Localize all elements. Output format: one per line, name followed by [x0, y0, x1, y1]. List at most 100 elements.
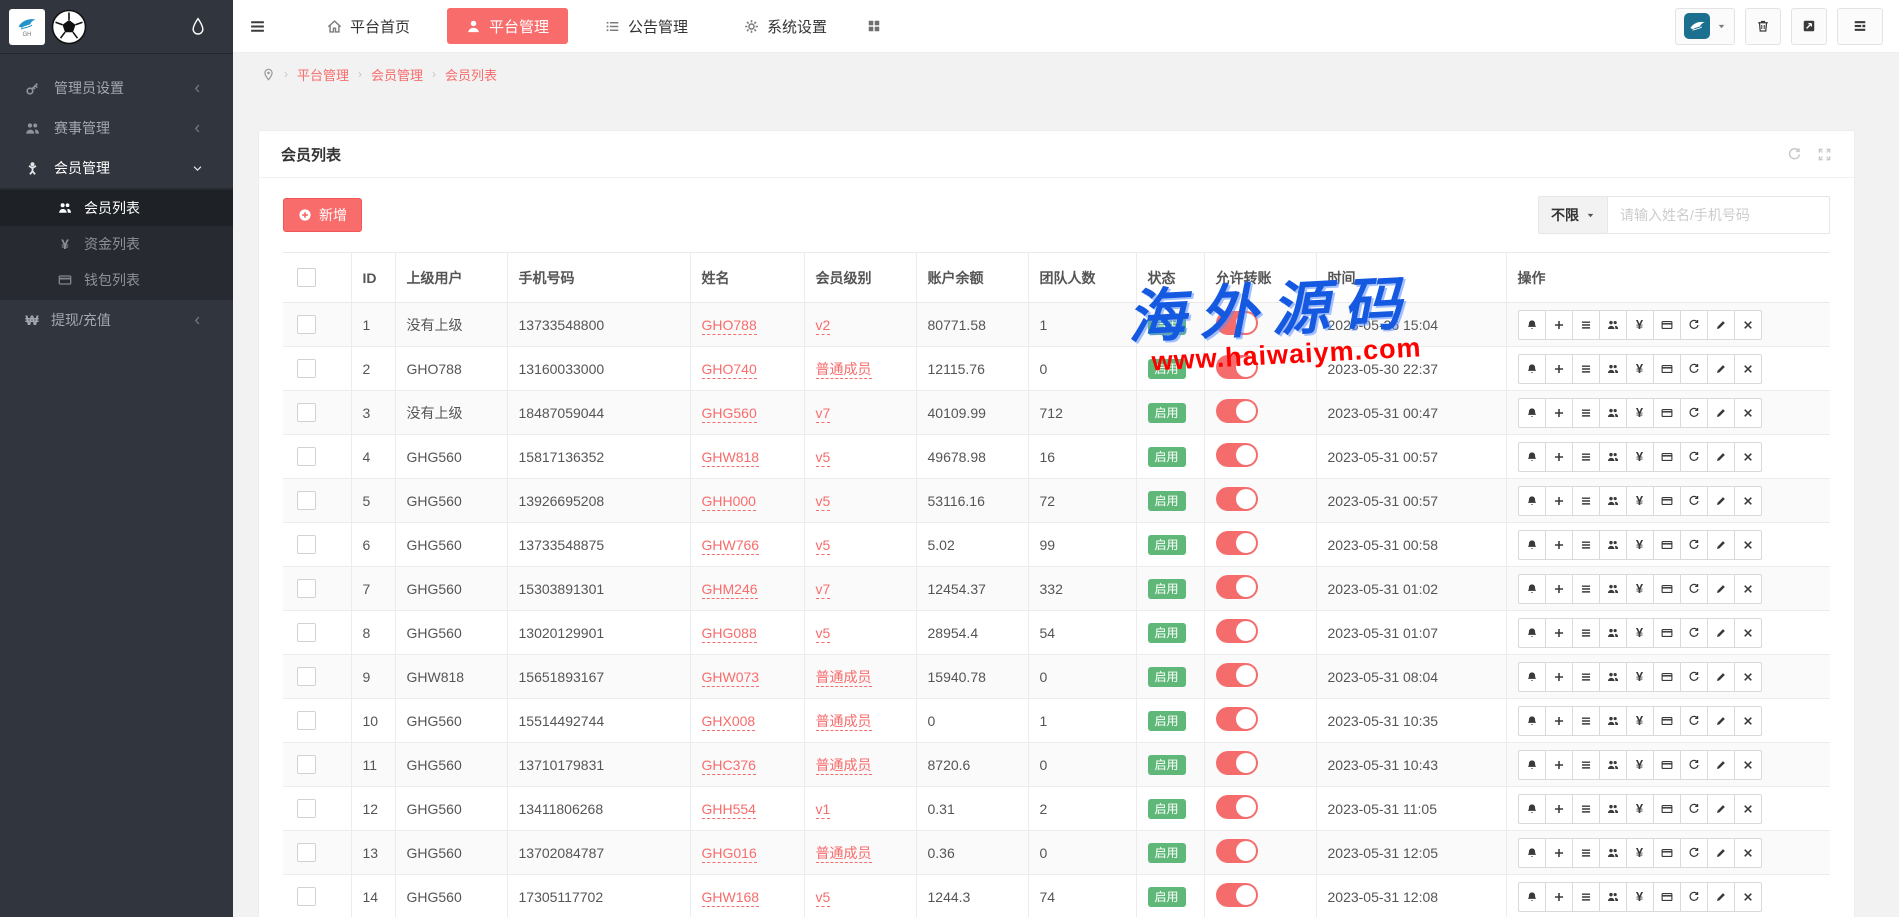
action-yen-button[interactable]: ¥	[1626, 310, 1654, 340]
member-name-link[interactable]: GHO740	[702, 361, 757, 379]
action-list-button[interactable]	[1572, 530, 1600, 560]
action-pencil-button[interactable]	[1707, 706, 1735, 736]
action-users-button[interactable]	[1599, 794, 1627, 824]
row-checkbox[interactable]	[297, 711, 316, 730]
sidebar-item-funds-list[interactable]: ¥ 资金列表	[0, 226, 233, 262]
member-level-link[interactable]: v1	[816, 801, 831, 819]
action-refresh-button[interactable]	[1680, 486, 1708, 516]
action-close-button[interactable]	[1734, 398, 1762, 428]
action-plus-button[interactable]	[1545, 838, 1573, 868]
action-yen-button[interactable]: ¥	[1626, 574, 1654, 604]
member-name-link[interactable]: GHG560	[702, 405, 757, 423]
action-users-button[interactable]	[1599, 486, 1627, 516]
action-pencil-button[interactable]	[1707, 794, 1735, 824]
action-yen-button[interactable]: ¥	[1626, 354, 1654, 384]
message-panel-button[interactable]	[1837, 8, 1883, 45]
action-refresh-button[interactable]	[1680, 442, 1708, 472]
action-users-button[interactable]	[1599, 442, 1627, 472]
action-yen-button[interactable]: ¥	[1626, 838, 1654, 868]
action-pencil-button[interactable]	[1707, 486, 1735, 516]
action-yen-button[interactable]: ¥	[1626, 618, 1654, 648]
action-list-button[interactable]	[1572, 750, 1600, 780]
action-bell-button[interactable]	[1518, 442, 1546, 472]
nav-platform-home[interactable]: 平台首页	[308, 8, 429, 44]
breadcrumb-member-list[interactable]: 会员列表	[445, 65, 497, 84]
action-plus-button[interactable]	[1545, 486, 1573, 516]
action-users-button[interactable]	[1599, 750, 1627, 780]
nav-system-settings[interactable]: 系统设置	[725, 8, 846, 44]
action-card-button[interactable]	[1653, 882, 1681, 912]
action-list-button[interactable]	[1572, 838, 1600, 868]
action-users-button[interactable]	[1599, 838, 1627, 868]
allow-transfer-toggle[interactable]	[1216, 839, 1258, 863]
action-refresh-button[interactable]	[1680, 838, 1708, 868]
action-card-button[interactable]	[1653, 618, 1681, 648]
member-level-link[interactable]: v5	[816, 493, 831, 511]
row-checkbox[interactable]	[297, 359, 316, 378]
allow-transfer-toggle[interactable]	[1216, 355, 1258, 379]
action-bell-button[interactable]	[1518, 794, 1546, 824]
member-name-link[interactable]: GHH554	[702, 801, 756, 819]
action-plus-button[interactable]	[1545, 882, 1573, 912]
member-name-link[interactable]: GHO788	[702, 317, 757, 335]
member-level-link[interactable]: v5	[816, 889, 831, 907]
action-refresh-button[interactable]	[1680, 530, 1708, 560]
member-name-link[interactable]: GHW168	[702, 889, 760, 907]
action-pencil-button[interactable]	[1707, 750, 1735, 780]
action-users-button[interactable]	[1599, 618, 1627, 648]
action-close-button[interactable]	[1734, 530, 1762, 560]
action-list-button[interactable]	[1572, 486, 1600, 516]
action-yen-button[interactable]: ¥	[1626, 882, 1654, 912]
allow-transfer-toggle[interactable]	[1216, 751, 1258, 775]
action-yen-button[interactable]: ¥	[1626, 398, 1654, 428]
member-level-link[interactable]: v7	[816, 581, 831, 599]
action-users-button[interactable]	[1599, 354, 1627, 384]
action-users-button[interactable]	[1599, 882, 1627, 912]
action-plus-button[interactable]	[1545, 310, 1573, 340]
action-plus-button[interactable]	[1545, 706, 1573, 736]
action-pencil-button[interactable]	[1707, 310, 1735, 340]
action-bell-button[interactable]	[1518, 354, 1546, 384]
action-pencil-button[interactable]	[1707, 618, 1735, 648]
action-plus-button[interactable]	[1545, 442, 1573, 472]
member-name-link[interactable]: GHC376	[702, 757, 756, 775]
member-level-link[interactable]: v7	[816, 405, 831, 423]
allow-transfer-toggle[interactable]	[1216, 795, 1258, 819]
member-level-link[interactable]: 普通成员	[816, 669, 872, 687]
member-name-link[interactable]: GHW073	[702, 669, 760, 687]
action-close-button[interactable]	[1734, 750, 1762, 780]
member-name-link[interactable]: GHW818	[702, 449, 760, 467]
row-checkbox[interactable]	[297, 491, 316, 510]
edit-shortcut-button[interactable]	[1791, 8, 1827, 45]
action-card-button[interactable]	[1653, 662, 1681, 692]
action-refresh-button[interactable]	[1680, 310, 1708, 340]
action-close-button[interactable]	[1734, 354, 1762, 384]
action-card-button[interactable]	[1653, 398, 1681, 428]
member-level-link[interactable]: 普通成员	[816, 361, 872, 379]
allow-transfer-toggle[interactable]	[1216, 399, 1258, 423]
action-bell-button[interactable]	[1518, 486, 1546, 516]
allow-transfer-toggle[interactable]	[1216, 575, 1258, 599]
action-card-button[interactable]	[1653, 442, 1681, 472]
action-plus-button[interactable]	[1545, 530, 1573, 560]
action-refresh-button[interactable]	[1680, 750, 1708, 780]
action-plus-button[interactable]	[1545, 398, 1573, 428]
action-plus-button[interactable]	[1545, 662, 1573, 692]
action-close-button[interactable]	[1734, 618, 1762, 648]
action-yen-button[interactable]: ¥	[1626, 530, 1654, 560]
action-users-button[interactable]	[1599, 706, 1627, 736]
action-yen-button[interactable]: ¥	[1626, 662, 1654, 692]
action-card-button[interactable]	[1653, 838, 1681, 868]
member-level-link[interactable]: 普通成员	[816, 713, 872, 731]
action-pencil-button[interactable]	[1707, 442, 1735, 472]
allow-transfer-toggle[interactable]	[1216, 311, 1258, 335]
allow-transfer-toggle[interactable]	[1216, 663, 1258, 687]
row-checkbox[interactable]	[297, 843, 316, 862]
action-refresh-button[interactable]	[1680, 662, 1708, 692]
member-level-link[interactable]: v5	[816, 537, 831, 555]
allow-transfer-toggle[interactable]	[1216, 443, 1258, 467]
member-name-link[interactable]: GHH000	[702, 493, 756, 511]
sidebar-item-wallet-list[interactable]: 钱包列表	[0, 262, 233, 298]
user-avatar-button[interactable]	[1675, 8, 1735, 45]
sidebar-item-withdraw-deposit[interactable]: ₩ 提现/充值	[0, 300, 233, 340]
